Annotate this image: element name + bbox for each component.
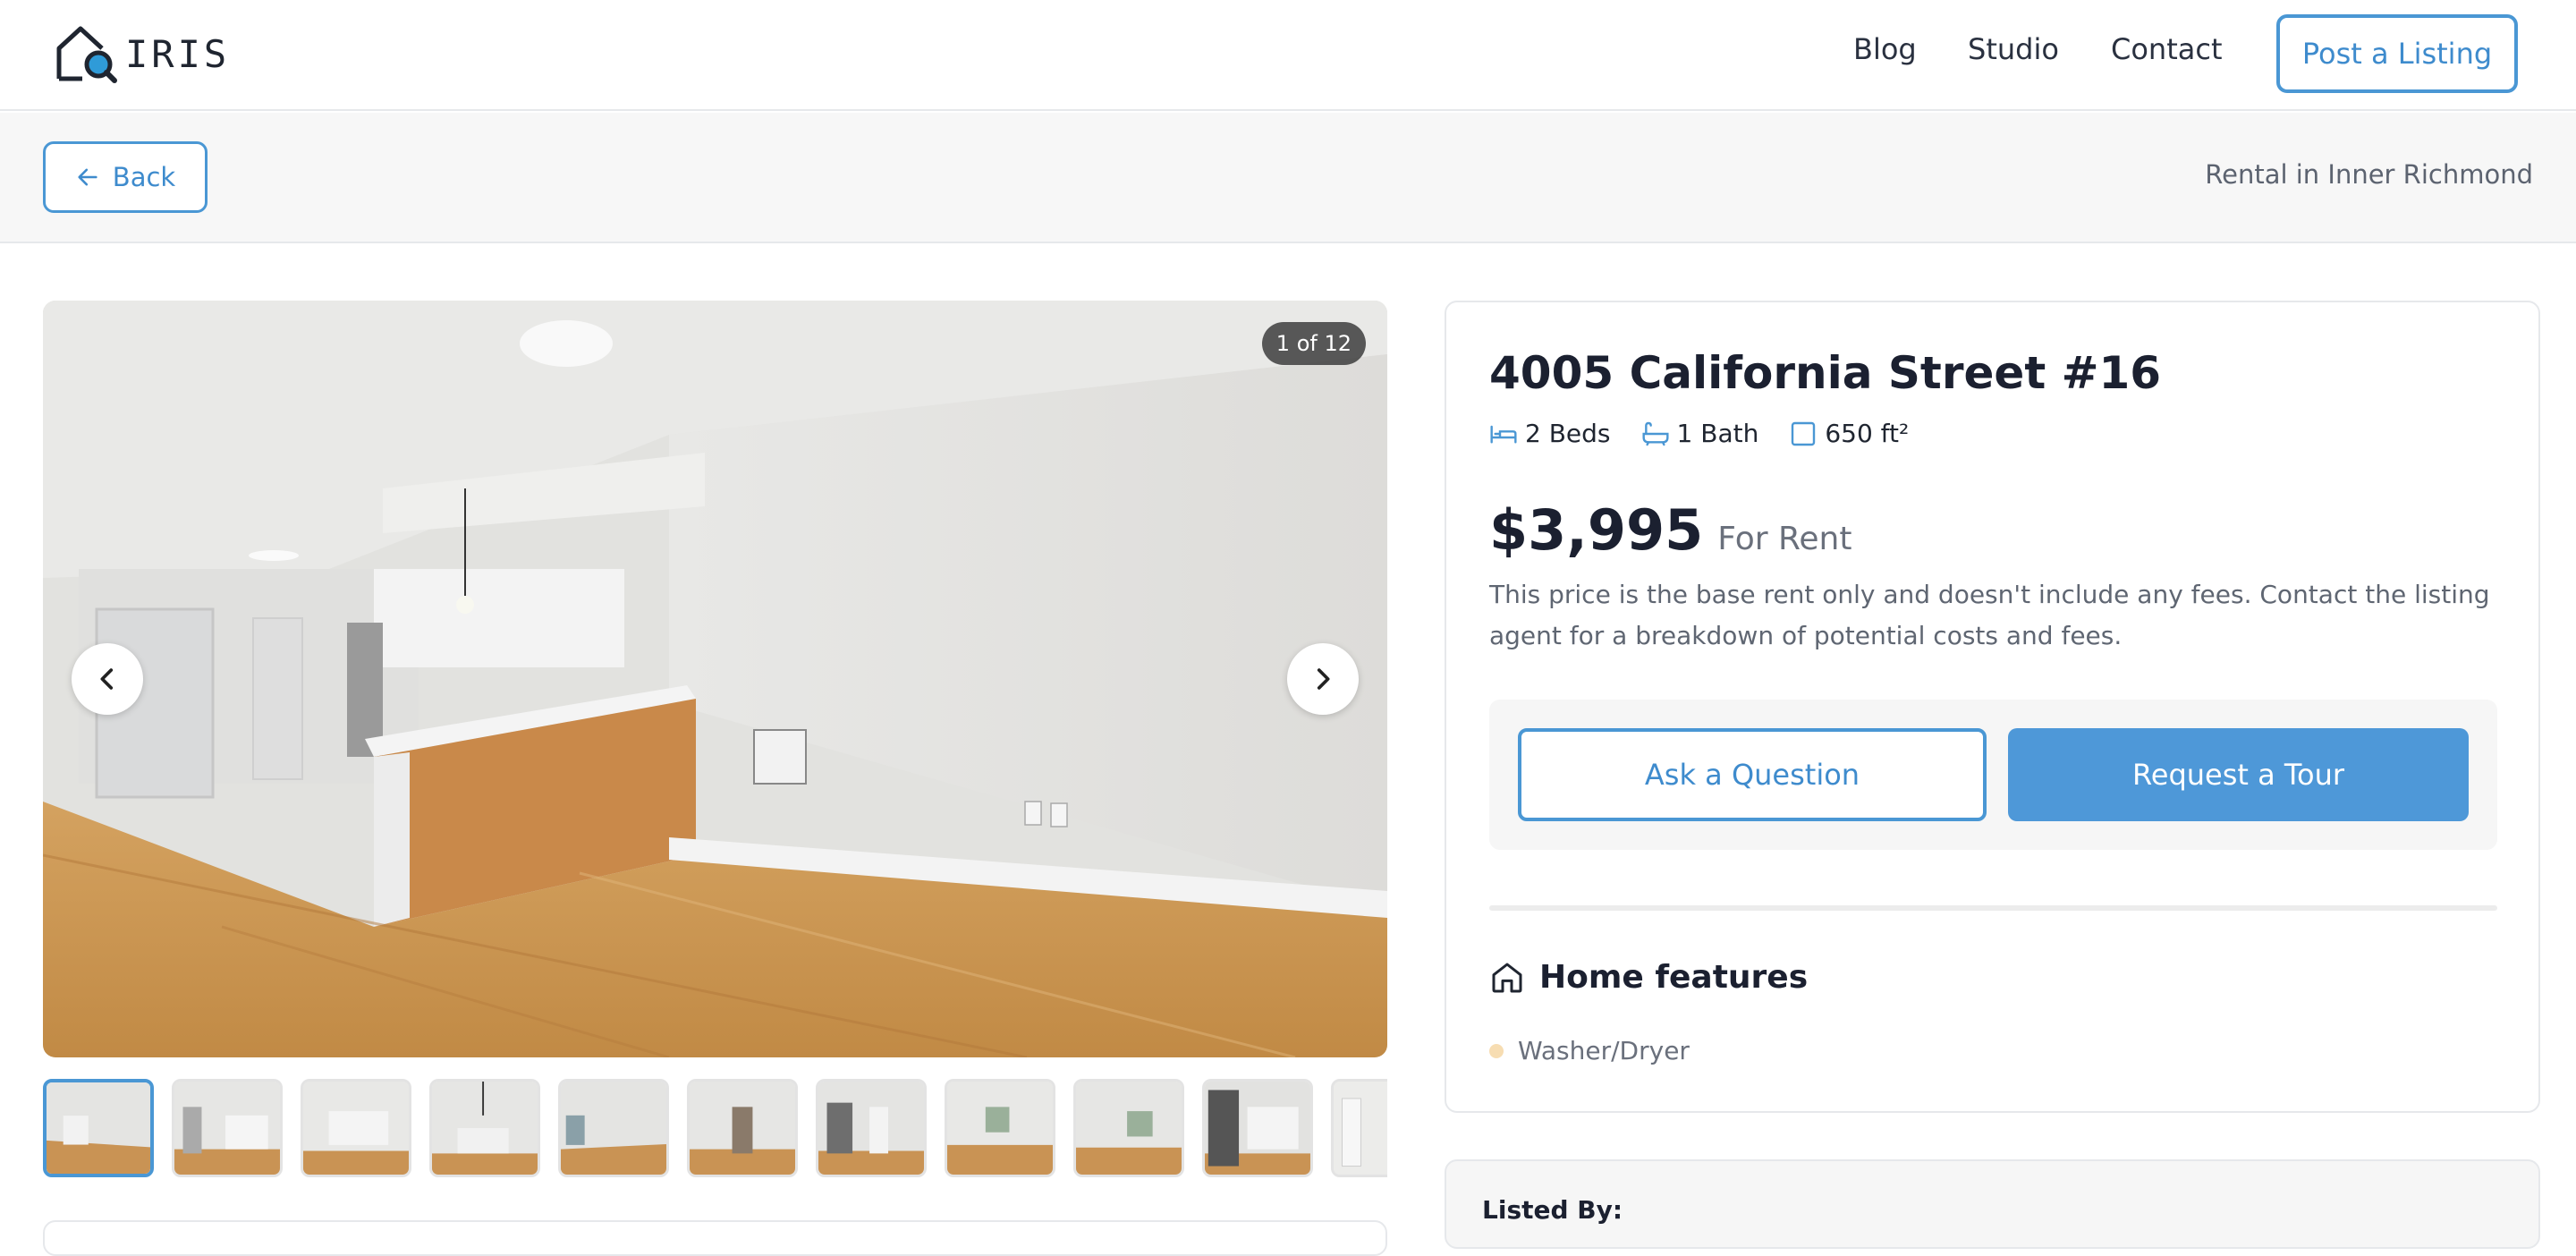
photo-thumbnail[interactable] — [687, 1079, 798, 1177]
back-label: Back — [112, 162, 176, 192]
bath-icon — [1641, 421, 1669, 446]
price-row: $3,995 For Rent — [1489, 497, 1852, 563]
listed-by-card: Listed By: — [1445, 1159, 2540, 1249]
photo-thumbnail[interactable] — [429, 1079, 540, 1177]
square-icon — [1792, 421, 1816, 446]
baths-spec: 1 Bath — [1641, 419, 1759, 448]
breadcrumb: Rental in Inner Richmond — [2205, 159, 2533, 190]
price-disclaimer: This price is the base rent only and doe… — [1489, 580, 2490, 650]
home-icon — [1492, 963, 1522, 992]
next-photo-button[interactable] — [1287, 643, 1359, 715]
listing-summary-card: 4005 California Street #16 2 Beds 1 Bath… — [1445, 301, 2540, 1113]
chevron-right-icon — [1317, 668, 1330, 690]
chevron-left-icon — [100, 668, 114, 690]
brand-name: IRIS — [125, 31, 231, 76]
request-tour-button[interactable]: Request a Tour — [2008, 728, 2469, 821]
house-search-icon — [56, 26, 117, 83]
beds-label: 2 Beds — [1525, 419, 1611, 448]
area-spec: 650 ft² — [1789, 419, 1909, 448]
photo-thumbnail[interactable] — [945, 1079, 1055, 1177]
post-listing-button[interactable]: Post a Listing — [2276, 14, 2518, 93]
home-features-title: Home features — [1539, 959, 1809, 996]
price-type: For Rent — [1717, 521, 1852, 557]
contact-actions: Ask a Question Request a Tour — [1489, 700, 2497, 850]
feature-label: Washer/Dryer — [1518, 1036, 1690, 1065]
listing-specs: 2 Beds 1 Bath 650 ft² — [1489, 419, 1939, 448]
arrow-left-icon — [78, 168, 97, 186]
photo-thumbnail[interactable] — [43, 1079, 154, 1177]
description-card — [43, 1220, 1387, 1256]
ask-question-button[interactable]: Ask a Question — [1518, 728, 1987, 821]
section-divider — [1489, 905, 2497, 911]
bed-icon — [1490, 425, 1517, 444]
area-label: 650 ft² — [1825, 419, 1910, 448]
listing-address: 4005 California Street #16 — [1489, 347, 2162, 399]
listing-price: $3,995 — [1489, 497, 1704, 563]
beds-spec: 2 Beds — [1489, 419, 1611, 448]
listing-photo — [43, 301, 1387, 1057]
brand-logo[interactable]: IRIS — [54, 21, 230, 86]
thumbnail-strip — [43, 1079, 1387, 1179]
previous-photo-button[interactable] — [72, 643, 143, 715]
photo-thumbnail[interactable] — [816, 1079, 927, 1177]
nav-contact-link[interactable]: Contact — [2111, 32, 2223, 75]
feature-bullet — [1489, 1043, 1504, 1058]
photo-counter: 1 of 12 — [1261, 322, 1366, 365]
photo-thumbnail[interactable] — [1331, 1079, 1387, 1177]
home-features-heading: Home features — [1489, 959, 1808, 996]
photo-thumbnail[interactable] — [558, 1079, 669, 1177]
nav-studio-link[interactable]: Studio — [1968, 32, 2059, 75]
feature-item: Washer/Dryer — [1489, 1036, 1690, 1065]
photo-thumbnail[interactable] — [301, 1079, 411, 1177]
listing-subheader: Back Rental in Inner Richmond — [0, 113, 2576, 243]
photo-thumbnail[interactable] — [1202, 1079, 1313, 1177]
back-button[interactable]: Back — [43, 141, 208, 213]
photo-carousel[interactable]: 1 of 12 — [43, 301, 1387, 1057]
photo-thumbnail[interactable] — [1073, 1079, 1184, 1177]
top-navbar: IRIS Blog Studio Contact Post a Listing — [0, 0, 2576, 111]
baths-label: 1 Bath — [1676, 419, 1759, 448]
photo-thumbnail[interactable] — [172, 1079, 283, 1177]
nav-blog-link[interactable]: Blog — [1853, 32, 1917, 75]
listed-by-label: Listed By: — [1482, 1195, 1623, 1225]
